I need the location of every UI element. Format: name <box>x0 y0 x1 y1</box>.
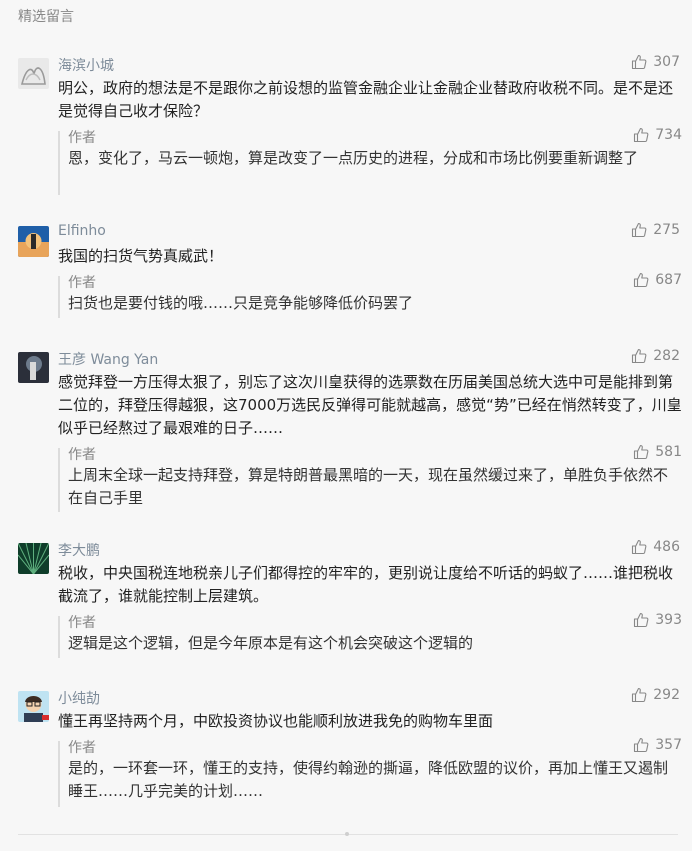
reply-like-button[interactable]: 393 <box>633 612 682 628</box>
reply-text: 是的，一环套一环，懂王的支持，使得约翰逊的撕逼，降低欧盟的议价，再加上懂王又遏制… <box>68 759 669 800</box>
like-count: 486 <box>653 539 680 555</box>
comment-text: 明公，政府的想法是不是跟你之前设想的监管金融企业让金融企业替政府收税不同。是不是… <box>58 79 674 120</box>
reply-author-label: 作者 <box>68 615 96 631</box>
thumbs-up-icon <box>634 737 649 753</box>
like-button[interactable]: 292 <box>631 687 680 703</box>
thumbs-up-icon <box>632 222 647 238</box>
reply-text: 扫货也是要付钱的哦……只是竞争能够降低价码罢了 <box>68 294 414 312</box>
thumbs-up-icon <box>634 127 649 143</box>
avatar[interactable] <box>18 543 49 574</box>
reply-text: 逻辑是这个逻辑，但是今年原本是有这个机会突破这个逻辑的 <box>68 634 474 652</box>
reply-like-button[interactable]: 687 <box>633 272 682 288</box>
reply-author-label: 作者 <box>68 447 96 463</box>
thumbs-up-icon <box>632 54 647 70</box>
like-count: 357 <box>655 737 682 753</box>
like-count: 282 <box>653 348 680 364</box>
footer-dot <box>345 832 349 836</box>
author-reply: 作者 357 是的，一环套一环，懂王的支持，使得约翰逊的撕逼，降低欧盟的议价，再… <box>58 737 682 807</box>
author-reply: 作者 687 扫货也是要付钱的哦……只是竞争能够降低价码罢了 <box>58 272 682 318</box>
avatar[interactable] <box>18 226 49 257</box>
reply-like-button[interactable]: 581 <box>633 444 682 460</box>
commenter-name[interactable]: 王彦 Wang Yan <box>58 349 158 369</box>
like-count: 307 <box>653 54 680 70</box>
like-count: 734 <box>655 127 682 143</box>
commenter-name[interactable]: Elfinho <box>58 223 106 239</box>
author-reply: 作者 581 上周末全球一起支持拜登，算是特朗普最黑暗的一天，现在虽然缓过来了，… <box>58 444 682 512</box>
commenter-name[interactable]: 李大鹏 <box>58 540 100 560</box>
thumbs-up-icon <box>634 612 649 628</box>
like-count: 393 <box>655 612 682 628</box>
comment-text: 懂王再坚持两个月，中欧投资协议也能顺利放进我免的购物车里面 <box>58 712 494 730</box>
comment-text: 我国的扫货气势真威武！ <box>58 247 224 265</box>
reply-like-button[interactable]: 734 <box>633 127 682 143</box>
section-title: 精选留言 <box>18 9 74 25</box>
comment-text: 感觉拜登一方压得太狠了，别忘了这次川皇获得的选票数在历届美国总统大选中可是能排到… <box>58 373 682 437</box>
avatar[interactable] <box>18 352 49 383</box>
reply-text: 上周末全球一起支持拜登，算是特朗普最黑暗的一天，现在虽然缓过来了，单胜负手依然不… <box>68 466 669 507</box>
like-button[interactable]: 486 <box>631 539 680 555</box>
like-count: 292 <box>653 687 680 703</box>
like-button[interactable]: 307 <box>631 54 680 70</box>
avatar[interactable] <box>18 691 49 722</box>
commenter-name[interactable]: 小纯劼 <box>58 688 100 708</box>
commenter-name[interactable]: 海滨小城 <box>58 55 114 75</box>
like-count: 687 <box>655 272 682 288</box>
thumbs-up-icon <box>632 687 647 703</box>
like-count: 581 <box>655 444 682 460</box>
thumbs-up-icon <box>632 539 647 555</box>
reply-like-button[interactable]: 357 <box>633 737 682 753</box>
reply-text: 恩，变化了，马云一顿炮，算是改变了一点历史的进程，分成和市场比例要重新调整了 <box>68 149 639 167</box>
author-reply: 作者 734 恩，变化了，马云一顿炮，算是改变了一点历史的进程，分成和市场比例要… <box>58 127 682 195</box>
reply-author-label: 作者 <box>68 740 96 756</box>
avatar[interactable] <box>18 58 49 89</box>
thumbs-up-icon <box>634 272 649 288</box>
reply-author-label: 作者 <box>68 275 96 291</box>
reply-author-label: 作者 <box>68 130 96 146</box>
author-reply: 作者 393 逻辑是这个逻辑，但是今年原本是有这个机会突破这个逻辑的 <box>58 612 682 658</box>
like-count: 275 <box>653 222 680 238</box>
comment-text: 税收，中央国税连地税亲儿子们都得控的牢牢的，更别说让度给不听话的蚂蚁了……谁把税… <box>58 564 674 605</box>
thumbs-up-icon <box>632 348 647 364</box>
like-button[interactable]: 275 <box>631 222 680 238</box>
thumbs-up-icon <box>634 444 649 460</box>
like-button[interactable]: 282 <box>631 348 680 364</box>
